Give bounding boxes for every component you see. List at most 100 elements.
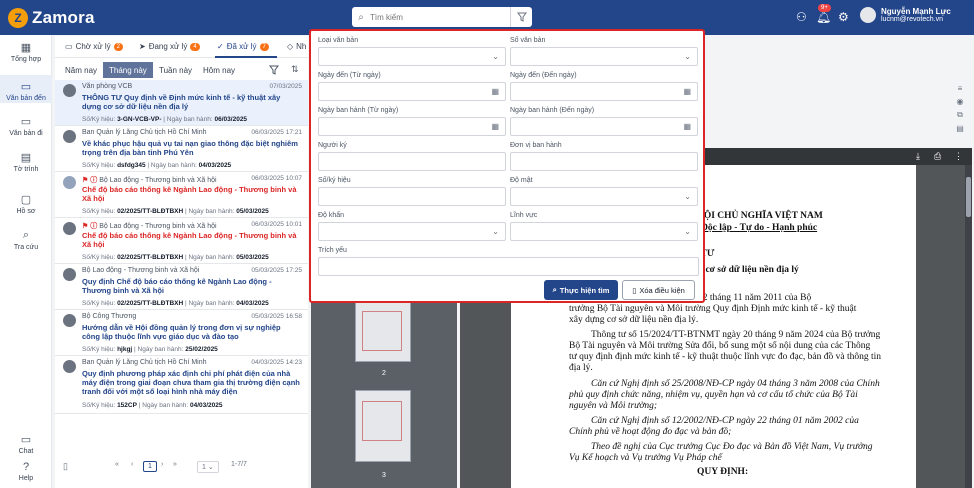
sidebar-item-records[interactable]: ▢ Hồ sơ <box>0 193 52 219</box>
pdf-line: tư quy định định mức kinh tế - kỹ thuật … <box>569 352 882 362</box>
field-label: Ngày ban hành (Đến ngày) <box>510 107 595 114</box>
button-label: Thực hiện tìm <box>559 285 610 295</box>
sidebar-item-help[interactable]: ? Help <box>0 461 52 485</box>
received-date: 05/03/2025 17:25 <box>251 267 302 274</box>
list-item[interactable]: Ban Quản lý Lăng Chủ tịch Hồ Chí Minh 06… <box>55 126 308 172</box>
urgency-select[interactable]: ⌄ <box>318 222 506 241</box>
sidebar-item-outgoing[interactable]: ▭ Văn bản đi <box>0 115 52 141</box>
clear-conditions-button[interactable]: ▯ Xóa điều kiện <box>622 280 695 300</box>
field-label: Lĩnh vực <box>510 212 538 219</box>
tab-count: 7 <box>259 42 269 51</box>
sidebar-item-label: Văn bản đến <box>6 95 46 102</box>
current-page[interactable]: 1 <box>143 461 157 472</box>
chevron-down-icon: ⌄ <box>492 52 499 61</box>
tab-label: Đã xử lý <box>226 42 257 51</box>
document-title: Hướng dẫn về Hội đồng quản lý trong đơn … <box>82 323 281 341</box>
sidebar-item-label: Chat <box>18 448 34 455</box>
document-title: THÔNG TƯ Quy định về Định mức kinh tế - … <box>82 93 281 111</box>
download-icon[interactable]: ⤓ <box>916 151 920 162</box>
page-thumbnail[interactable] <box>355 300 411 362</box>
notes-icon[interactable]: ▤ <box>950 124 970 133</box>
list-item[interactable]: ⚑ ⓘ Bộ Lao động - Thương binh và Xã hội 0… <box>55 218 308 264</box>
tab-this-year[interactable]: Năm nay <box>59 62 103 78</box>
list-item[interactable]: Bộ Công Thương 05/03/2025 16:58 Hướng dẫ… <box>55 310 308 356</box>
document-list-panel: ▭ Chờ xử lý 2 ➤ Đang xử lý 4 ✓ Đã xử lý … <box>55 36 308 488</box>
domain-select[interactable]: ⌄ <box>510 222 698 241</box>
reference-number-input[interactable] <box>318 187 506 206</box>
scrollbar-thumb[interactable] <box>966 177 971 217</box>
tab-processed[interactable]: ✓ Đã xử lý 7 <box>217 42 269 51</box>
document-meta: Số/Ký hiệu: 02/2025/TT-BLĐTBXH | Ngày ba… <box>82 300 269 307</box>
tab-pending[interactable]: ▭ Chờ xử lý 2 <box>65 42 123 51</box>
list-item[interactable]: Bộ Lao động - Thương binh và Xã hội 05/0… <box>55 264 308 310</box>
field-label: Số văn bản <box>510 37 546 44</box>
tab-today[interactable]: Hôm nay <box>197 62 241 78</box>
sidebar-item-label: Tra cứu <box>13 244 39 251</box>
field-issuing-unit: Đơn vị ban hành <box>510 142 698 171</box>
calendar-icon: ▦ <box>491 87 499 96</box>
sidebar-item-proposal[interactable]: ▤ Tờ trình <box>0 151 52 177</box>
document-type-select[interactable]: ⌄ <box>318 47 506 66</box>
issuing-unit-input[interactable] <box>510 152 698 171</box>
arrival-from-date[interactable]: ▦ <box>318 82 506 101</box>
pdf-line: phủ quy định chức năng, nhiệm vụ, quyền … <box>569 390 858 400</box>
page-thumbnails: 2 3 <box>311 300 457 488</box>
first-page-button[interactable]: « <box>115 461 119 468</box>
sort-icon[interactable]: ⇅ <box>291 64 299 75</box>
app-logo[interactable]: Z Zamora <box>8 8 95 28</box>
thumbnail-page-number: 3 <box>382 472 386 479</box>
sidebar-item-label: Help <box>18 475 34 482</box>
issued-from-date[interactable]: ▦ <box>318 117 506 136</box>
summary-input[interactable] <box>318 257 699 276</box>
field-label: Số/ký hiệu <box>318 177 351 184</box>
pdf-scrollbar[interactable] <box>965 165 972 488</box>
filter-icon[interactable] <box>269 65 279 77</box>
users-icon[interactable]: ⚇ <box>796 10 807 24</box>
list-item[interactable]: Văn phòng VCB 07/03/2025 THÔNG TƯ Quy đị… <box>55 80 308 126</box>
sidebar-item-incoming[interactable]: ▭ Văn bản đến <box>0 75 52 103</box>
document-title: Quy định phương pháp xác định chi phí ph… <box>82 369 300 396</box>
pdf-line: địa lý. <box>569 363 593 373</box>
field-label: Độ khẩn <box>318 212 345 219</box>
page-size-select[interactable]: 1 ⌄ <box>197 461 219 473</box>
print-icon[interactable]: ⎙ <box>934 151 941 162</box>
book-icon[interactable]: ▯ <box>63 461 68 472</box>
tab-this-week[interactable]: Tuần này <box>153 62 198 78</box>
document-number-select[interactable]: ⌄ <box>510 47 698 66</box>
signer-input[interactable] <box>318 152 506 171</box>
user-email: lucnm@revotech.vn <box>881 16 943 23</box>
issuing-org: Ban Quản lý Lăng Chủ tịch Hồ Chí Minh <box>82 359 207 366</box>
user-menu[interactable]: Nguyễn Mạnh Lực lucnm@revotech.vn <box>860 7 951 23</box>
received-date: 04/03/2025 14:23 <box>251 359 302 366</box>
filter-icon[interactable] <box>510 7 532 27</box>
last-page-button[interactable]: » <box>173 461 177 468</box>
open-external-icon[interactable]: ⧉ <box>950 110 970 120</box>
list-item[interactable]: Ban Quản lý Lăng Chủ tịch Hồ Chí Minh 04… <box>55 356 308 414</box>
prev-page-button[interactable]: ‹ <box>131 461 133 468</box>
list-item[interactable]: ⚑ ⓘ Bộ Lao động - Thương binh và Xã hội 0… <box>55 172 308 218</box>
gear-icon[interactable]: ⚙ <box>838 10 849 24</box>
next-page-button[interactable]: › <box>161 461 163 468</box>
bell-icon[interactable]: 🔔︎ <box>816 10 831 24</box>
search-input[interactable] <box>370 12 510 22</box>
sidebar-item-overview[interactable]: ▦ Tổng hợp <box>0 41 52 67</box>
received-date: 05/03/2025 16:58 <box>251 313 302 320</box>
confidentiality-select[interactable]: ⌄ <box>510 187 698 206</box>
tab-more[interactable]: ◇ Nh <box>287 42 306 51</box>
issued-to-date[interactable]: ▦ <box>510 117 698 136</box>
search-submit-button[interactable]: ⌕ Thực hiện tìm <box>544 280 618 300</box>
document-title: Quy định Chế độ báo cáo thống kê Ngành L… <box>82 277 272 295</box>
page-thumbnail[interactable] <box>355 390 411 462</box>
sidebar-item-chat[interactable]: ▭ Chat <box>0 433 52 457</box>
more-icon[interactable]: ⋮ <box>954 151 963 162</box>
menu-icon[interactable]: ≡ <box>950 84 970 93</box>
tab-this-month[interactable]: Tháng này <box>103 62 153 78</box>
search-icon: ⌕ <box>552 285 557 294</box>
field-signer: Người ký <box>318 142 506 171</box>
eye-icon[interactable]: ◉ <box>950 97 970 106</box>
sidebar-item-lookup[interactable]: ⌕ Tra cứu <box>0 229 52 255</box>
tab-processing[interactable]: ➤ Đang xử lý 4 <box>139 42 200 51</box>
arrival-to-date[interactable]: ▦ <box>510 82 698 101</box>
avatar <box>63 130 76 143</box>
received-date: 06/03/2025 10:07 <box>251 175 302 182</box>
